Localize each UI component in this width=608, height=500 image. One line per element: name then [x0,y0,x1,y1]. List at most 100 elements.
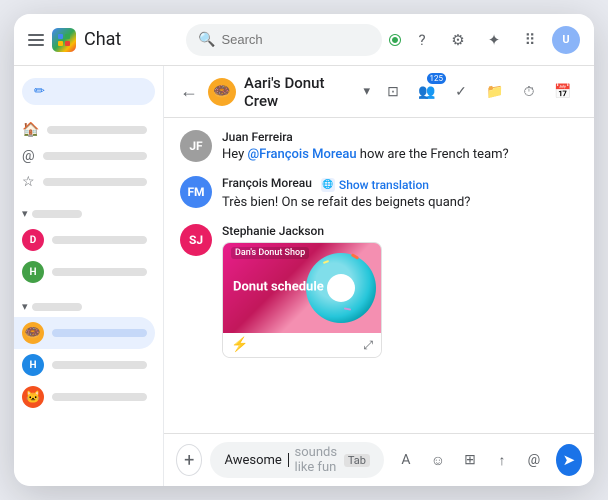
attach-button[interactable]: ⊞ [456,446,484,474]
message-content-2: François Moreau 🌐 Show translation Très … [222,176,578,212]
app-window: Chat 🔍 ? ⚙ ✦ ⠿ U ✏ 🏠 [14,14,594,486]
message-group-3: SJ Stephanie Jackson Dan's Donut Shop Do… [180,224,578,358]
topbar-left: Chat [28,28,178,52]
card-footer: ⚡ ⤢ [223,333,381,357]
translate-icon: 🌐 [321,178,335,192]
user-avatar[interactable]: U [552,26,580,54]
donut-crew-avatar: 🍩 [22,322,44,344]
sidebar-item-home[interactable]: 🏠 [14,117,155,143]
space-label-s2 [52,268,147,276]
sidebar-item-s2[interactable]: H [14,256,155,288]
dm2-label [52,361,147,369]
members-button[interactable]: 👥 125 [412,77,442,107]
topbar: Chat 🔍 ? ⚙ ✦ ⠿ U [14,14,594,66]
sidebar-item-dm2[interactable]: H [14,349,155,381]
avatar-stephanie: SJ [180,224,212,256]
message-content-3: Stephanie Jackson Dan's Donut Shop Donut… [222,224,578,358]
input-suggestion: sounds like fun [295,445,338,475]
upload-button[interactable]: ↑ [488,446,516,474]
message-text-1: Hey @François Moreau how are the French … [222,146,578,164]
chat-panel: ← 🍩 Aari's Donut Crew ▾ ⊡ 👥 125 ✓ 📁 ⏱ 📅 [164,66,594,486]
avatar-francois: FM [180,176,212,208]
members-icon: 👥 [418,84,435,100]
spaces-header: ▾ [14,203,163,224]
back-button[interactable]: ← [180,81,198,102]
apps-icon[interactable]: ⠿ [516,26,544,54]
donut-card-image: Dan's Donut Shop Donut schedule [223,243,381,333]
emoji-button[interactable]: ☺ [424,446,452,474]
input-cursor [288,453,289,467]
card-title: Donut schedule [233,280,324,297]
card-footer-icon: ⚡ [231,337,248,353]
space-label-s1 [52,236,147,244]
chat-room-title: Aari's Donut Crew [244,74,355,110]
app-title: Chat [84,29,121,50]
chat-room-avatar: 🍩 [208,78,236,106]
sidebar: ✏ 🏠 @ ☆ ▾ [14,66,164,486]
sidebar-item-mentions[interactable]: @ [14,143,155,169]
sender-name-1: Juan Ferreira [222,130,578,144]
dm-header: ▾ [14,296,163,317]
menu-icon[interactable] [28,34,44,46]
avatar-juan: JF [180,130,212,162]
home-label [47,126,147,134]
chat-room-dropdown-icon[interactable]: ▾ [363,84,370,99]
donut-crew-label [52,329,147,337]
mention-1[interactable]: @François Moreau [247,147,356,162]
translate-label: Show translation [339,178,429,192]
app-logo [52,28,76,52]
settings-icon[interactable]: ⚙ [444,26,472,54]
video-call-button[interactable]: ⊡ [378,77,408,107]
starred-label [43,178,147,186]
input-actions: A ☺ ⊞ ↑ @ [392,446,548,474]
space-avatar-s1: D [22,229,44,251]
tab-badge: Tab [344,454,370,467]
integrations-button[interactable]: ⏱ [514,77,544,107]
messages-area: JF Juan Ferreira Hey @François Moreau ho… [164,118,594,433]
mention-icon: @ [22,148,35,164]
chat-header-actions: ⊡ 👥 125 ✓ 📁 ⏱ 📅 [378,77,578,107]
edit-icon: ✏ [34,84,45,99]
input-text: Awesome [224,453,281,468]
donut-hole [327,274,355,302]
new-chat-button[interactable]: ✏ [22,78,155,105]
dm3-avatar: 🐱 [22,386,44,408]
plus-icon: + [184,450,194,471]
section-label [32,210,82,218]
input-area: + Awesome sounds like fun Tab A ☺ [164,433,594,486]
help-icon[interactable]: ? [408,26,436,54]
emoji-icon: ☺ [431,452,445,469]
space-avatar-s2: H [22,261,44,283]
sender-name-2-text: François Moreau [222,176,312,190]
files-button[interactable]: 📁 [480,77,510,107]
sidebar-item-donut-crew[interactable]: 🍩 [14,317,155,349]
send-button[interactable]: ➤ [556,444,582,476]
sparkle-icon[interactable]: ✦ [480,26,508,54]
translate-button[interactable]: 🌐 Show translation [321,178,429,192]
card-expand-icon[interactable]: ⤢ [363,338,373,353]
sidebar-item-starred[interactable]: ☆ [14,169,155,195]
home-icon: 🏠 [22,122,39,138]
sidebar-item-s1[interactable]: D [14,224,155,256]
spaces-section: ▾ D H [14,203,163,288]
chat-header: ← 🍩 Aari's Donut Crew ▾ ⊡ 👥 125 ✓ 📁 ⏱ 📅 [164,66,594,118]
upload-icon: ↑ [498,452,505,469]
dm3-label [52,393,147,401]
more-button[interactable]: @ [520,446,548,474]
attach-icon: ⊞ [464,452,476,468]
donut-card[interactable]: Dan's Donut Shop Donut schedule [222,242,382,358]
message-suffix-1: how are the French team? [357,147,509,162]
message-input-box[interactable]: Awesome sounds like fun Tab [210,442,384,478]
mentions-label [43,152,147,160]
search-bar[interactable]: 🔍 [186,24,382,56]
message-group-1: JF Juan Ferreira Hey @François Moreau ho… [180,130,578,164]
tasks-button[interactable]: ✓ [446,77,476,107]
sidebar-item-dm3[interactable]: 🐱 [14,381,155,413]
status-indicator [390,35,400,45]
search-input[interactable] [221,32,370,47]
dm-section-label [32,303,82,311]
add-button[interactable]: + [176,444,202,476]
format-text-button[interactable]: A [392,446,420,474]
dm-section: ▾ 🍩 H 🐱 [14,296,163,413]
calendar-button[interactable]: 📅 [548,77,578,107]
